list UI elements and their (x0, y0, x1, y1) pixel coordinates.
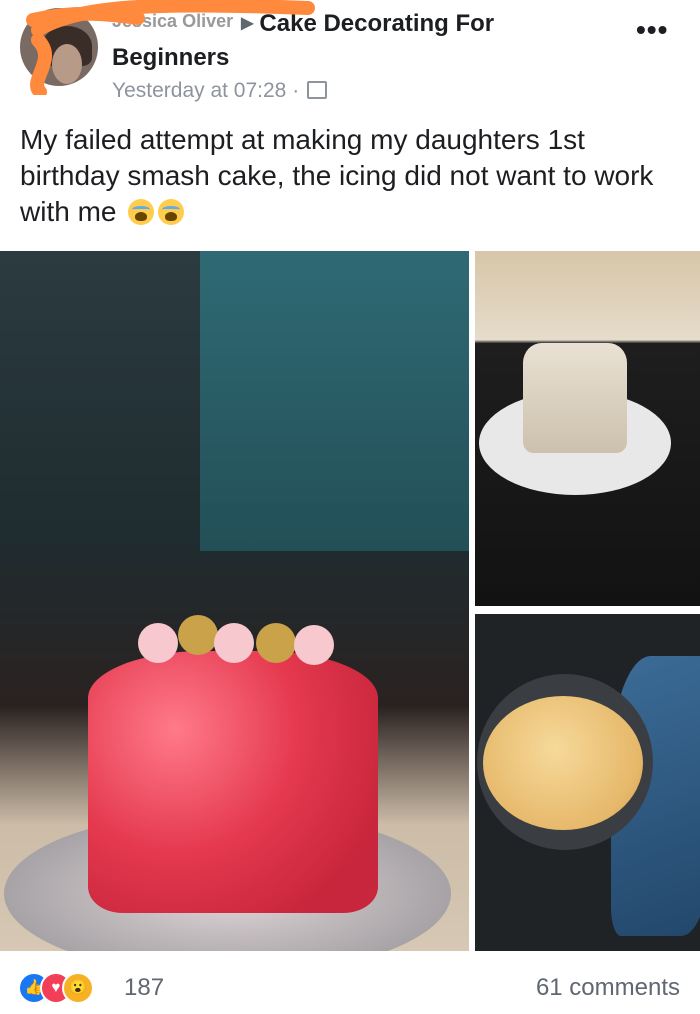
post-title-line: Jessica Oliver ▶ Cake Decorating For (112, 10, 494, 38)
post-text: My failed attempt at making my daughters… (20, 122, 684, 230)
post-header: Jessica Oliver ▶ Cake Decorating For Begin… (0, 0, 700, 112)
timestamp-text[interactable]: Yesterday at 07:28 · (112, 79, 299, 102)
photo-decorated-cake[interactable] (0, 251, 469, 951)
photo-background-wall (200, 251, 469, 551)
more-options-icon[interactable]: ••• (636, 14, 668, 46)
avatar-face (52, 44, 82, 84)
comments-count[interactable]: 61 comments (536, 974, 680, 1002)
crying-face-emoji (128, 199, 155, 225)
group-privacy-icon (307, 81, 328, 99)
reaction-count[interactable]: 187 (124, 974, 164, 1002)
gold-heart-topper (178, 615, 218, 655)
wow-reaction-icon: 😮 (62, 972, 94, 1004)
photo-crumb-coated-cake[interactable] (475, 251, 700, 606)
gold-heart-topper (256, 623, 296, 663)
crying-face-emoji (158, 199, 185, 225)
pink-heart-topper (294, 625, 334, 665)
pink-heart-topper (138, 623, 178, 663)
photo-baked-sponge[interactable] (475, 614, 700, 951)
plain-iced-cake (523, 343, 627, 453)
triangle-right-icon: ▶ (241, 15, 254, 32)
pink-heart-topper (214, 623, 254, 663)
author-avatar[interactable] (20, 8, 98, 86)
group-name[interactable]: Cake Decorating For (259, 10, 494, 37)
post-footer: 👍 ♥ 😮 187 61 comments (0, 952, 700, 1014)
post-timestamp: Yesterday at 07:28 · (112, 79, 328, 103)
rosette-cake (88, 651, 378, 913)
post-body: My failed attempt at making my daughters… (20, 124, 654, 227)
author-name-redacted[interactable]: Jessica Oliver (112, 11, 233, 31)
group-name-continued[interactable]: Beginners (112, 44, 229, 72)
sponge-cake (483, 696, 643, 830)
